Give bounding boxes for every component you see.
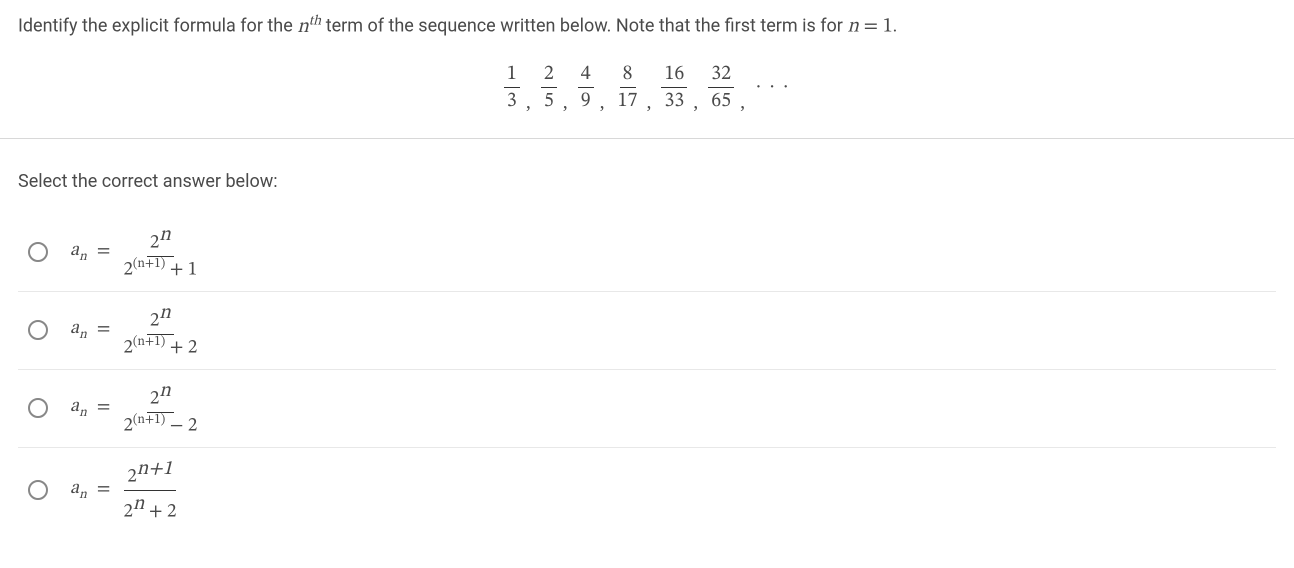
radio-button[interactable] — [28, 242, 48, 262]
option-formula: an = 2n 2(n+1) − 2 — [70, 378, 200, 439]
seq-term: 25 — [541, 61, 557, 114]
option-formula: an = 2n+1 2n + 2 — [70, 456, 179, 525]
radio-button[interactable] — [28, 480, 48, 500]
ellipsis: · · · — [755, 76, 790, 99]
comma: , — [644, 91, 657, 114]
n-var: n — [847, 17, 859, 37]
seq-term: 1633 — [661, 61, 687, 114]
options-list: an = 2n 2(n+1) + 1 an = 2n 2(n+1) + 2 an… — [18, 214, 1276, 533]
option-2[interactable]: an = 2n 2(n+1) + 2 — [18, 292, 1276, 370]
seq-term: 3265 — [708, 61, 734, 114]
seq-term: 13 — [504, 61, 520, 114]
option-3[interactable]: an = 2n 2(n+1) − 2 — [18, 370, 1276, 448]
comma: , — [738, 91, 751, 114]
option-1[interactable]: an = 2n 2(n+1) + 1 — [18, 214, 1276, 292]
period: . — [893, 16, 898, 37]
question-part-2: term of the sequence written below. Note… — [321, 16, 847, 37]
option-4[interactable]: an = 2n+1 2n + 2 — [18, 448, 1276, 533]
divider — [0, 138, 1294, 139]
radio-button[interactable] — [28, 320, 48, 340]
comma: , — [561, 91, 574, 114]
sequence-display: 13, 25, 49, 817, 1633, 3265, · · · — [18, 61, 1276, 114]
nth-var: nth — [297, 17, 321, 37]
comma: , — [691, 91, 704, 114]
comma: , — [524, 91, 537, 114]
equals-sign: = — [859, 17, 883, 37]
value-one: 1 — [883, 17, 893, 37]
option-formula: an = 2n 2(n+1) + 1 — [70, 222, 200, 283]
comma: , — [598, 91, 611, 114]
question-part-1: Identify the explicit formula for the — [18, 16, 297, 37]
radio-button[interactable] — [28, 398, 48, 418]
seq-term: 817 — [615, 61, 641, 114]
option-formula: an = 2n 2(n+1) + 2 — [70, 300, 200, 361]
question-text: Identify the explicit formula for the nt… — [18, 10, 1276, 43]
answer-prompt: Select the correct answer below: — [18, 171, 1276, 192]
seq-term: 49 — [578, 61, 594, 114]
